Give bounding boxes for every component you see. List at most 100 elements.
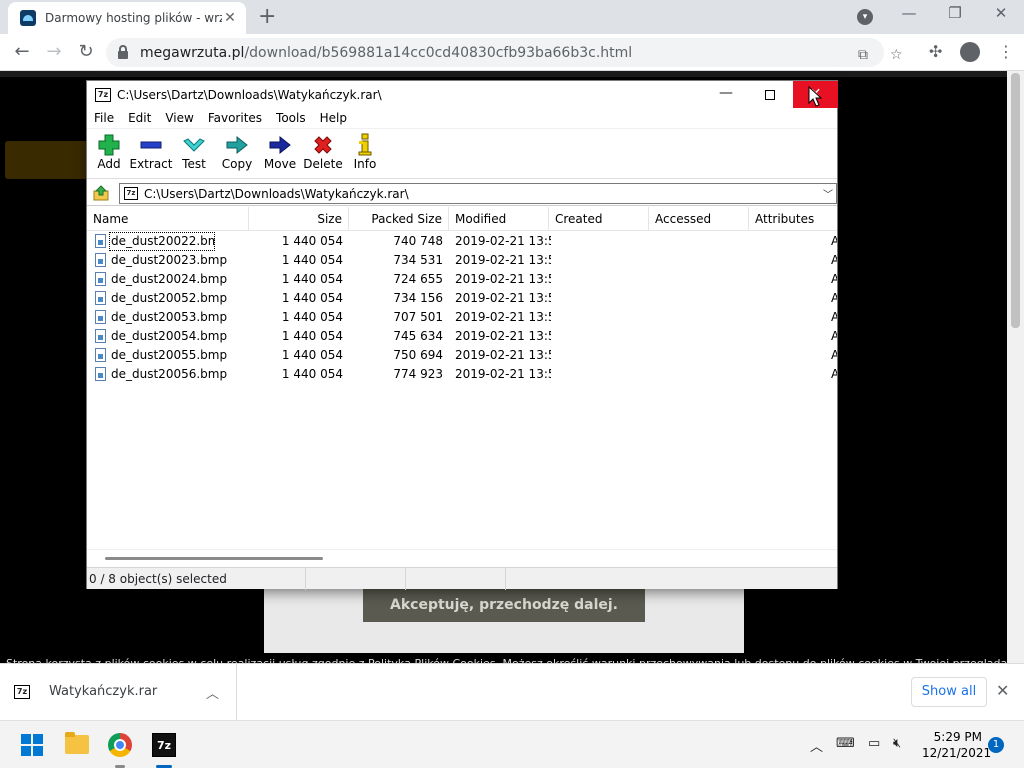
column-size[interactable]: Size (249, 207, 349, 231)
back-arrow-icon[interactable]: ← (10, 40, 34, 64)
chrome-icon[interactable] (108, 733, 132, 757)
info-button[interactable]: Info (343, 133, 387, 171)
bookmark-star-icon[interactable]: ☆ (890, 47, 903, 63)
file-row[interactable]: de_dust20022.bmp 1 440 054 740 748 2019-… (87, 232, 837, 251)
delete-button[interactable]: Delete (301, 133, 345, 171)
file-attributes: A (831, 234, 837, 248)
column-created[interactable]: Created (549, 207, 649, 231)
file-row[interactable]: de_dust20052.bmp 1 440 054 734 156 2019-… (87, 289, 837, 308)
volume-muted-icon[interactable]: 🔇︎ (893, 736, 901, 751)
file-list: Name Size Packed Size Modified Created A… (87, 207, 837, 549)
profile-avatar-icon[interactable] (960, 42, 980, 62)
status-section (406, 568, 506, 590)
menu-edit[interactable]: Edit (121, 111, 158, 125)
file-row[interactable]: de_dust20056.bmp 1 440 054 774 923 2019-… (87, 365, 837, 384)
test-button[interactable]: Test (172, 133, 216, 171)
column-accessed[interactable]: Accessed (649, 207, 749, 231)
extract-button[interactable]: Extract (129, 133, 173, 171)
tray-chevron-up-icon[interactable]: ︿ (810, 736, 823, 755)
7zip-minimize-button[interactable]: — (703, 81, 749, 108)
network-icon[interactable]: ▭ (868, 736, 880, 751)
extensions-puzzle-icon[interactable]: ✣ (929, 42, 942, 61)
tab-search-icon[interactable]: ▾ (857, 9, 873, 25)
bitmap-file-icon (95, 348, 106, 362)
column-modified[interactable]: Modified (449, 207, 549, 231)
bitmap-file-icon (95, 291, 106, 305)
bitmap-file-icon (95, 253, 106, 267)
scrollbar-thumb[interactable] (1011, 73, 1020, 328)
file-packed-size: 750 694 (393, 348, 443, 362)
folder-up-icon[interactable] (93, 185, 109, 201)
file-modified: 2019-02-21 13:50 (455, 272, 551, 286)
file-row[interactable]: de_dust20023.bmp 1 440 054 734 531 2019-… (87, 251, 837, 270)
file-attributes: A (831, 367, 837, 381)
file-modified: 2019-02-21 13:50 (455, 348, 551, 362)
file-size: 1 440 054 (281, 310, 343, 324)
download-item[interactable]: 7z Watykańczyk.rar ︿ (0, 664, 237, 721)
extract-minus-icon (129, 133, 173, 157)
file-size: 1 440 054 (281, 329, 343, 343)
file-packed-size: 734 156 (393, 291, 443, 305)
tab-close-icon[interactable]: ✕ (222, 10, 238, 26)
file-size: 1 440 054 (281, 234, 343, 248)
file-attributes: A (831, 291, 837, 305)
column-name[interactable]: Name (87, 207, 249, 231)
address-bar[interactable]: megawrzuta.pl/download/b569881a14cc0cd40… (106, 38, 903, 67)
bitmap-file-icon (95, 234, 106, 248)
file-packed-size: 745 634 (393, 329, 443, 343)
chevron-up-icon[interactable]: ︿ (206, 683, 219, 702)
file-row[interactable]: de_dust20055.bmp 1 440 054 750 694 2019-… (87, 346, 837, 365)
menu-view[interactable]: View (158, 111, 200, 125)
7zip-path-text: C:\Users\Dartz\Downloads\Watykańczyk.rar… (144, 186, 409, 201)
file-row[interactable]: de_dust20024.bmp 1 440 054 724 655 2019-… (87, 270, 837, 289)
column-attributes[interactable]: Attributes (749, 207, 837, 231)
copy-button[interactable]: Copy (215, 133, 259, 171)
system-clock[interactable]: 5:29 PM 12/21/2021 (922, 729, 991, 761)
reload-icon[interactable]: ↻ (74, 40, 98, 64)
keyboard-icon[interactable]: ⌨ (836, 736, 855, 751)
7zip-address-row: 7z C:\Users\Dartz\Downloads\Watykańczyk.… (87, 180, 837, 206)
7zip-taskbar-icon[interactable]: 7z (152, 733, 176, 757)
show-all-button[interactable]: Show all (911, 677, 987, 707)
test-check-icon (172, 133, 216, 157)
file-row[interactable]: de_dust20054.bmp 1 440 054 745 634 2019-… (87, 327, 837, 346)
add-button[interactable]: Add (87, 133, 131, 171)
menu-favorites[interactable]: Favorites (201, 111, 269, 125)
7zip-maximize-button[interactable] (747, 81, 793, 108)
hscroll-thumb[interactable] (105, 557, 323, 560)
path-dropdown-icon[interactable]: ﹀ (820, 186, 836, 201)
menu-help[interactable]: Help (313, 111, 354, 125)
browser-menu-icon[interactable]: ⋮ (998, 42, 1014, 61)
file-size: 1 440 054 (281, 291, 343, 305)
menu-tools[interactable]: Tools (269, 111, 313, 125)
file-modified: 2019-02-21 13:50 (455, 253, 551, 267)
column-packed-size[interactable]: Packed Size (349, 207, 449, 231)
page-vertical-scrollbar[interactable] (1007, 71, 1024, 663)
new-tab-button[interactable]: + (258, 4, 276, 29)
file-size: 1 440 054 (281, 367, 343, 381)
site-favicon-icon (20, 10, 36, 26)
cookie-accept-button[interactable]: Akceptuję, przechodzę dalej. (363, 588, 645, 622)
file-modified: 2019-02-21 13:50 (455, 291, 551, 305)
7zip-status-bar: 0 / 8 object(s) selected (87, 567, 837, 590)
menu-file[interactable]: File (87, 111, 121, 125)
status-selection: 0 / 8 object(s) selected (87, 568, 306, 590)
translate-icon[interactable]: ⧉ (858, 47, 868, 63)
url-path: /download/b569881a14cc0cd40830cfb93ba66b… (244, 44, 633, 61)
browser-minimize-button[interactable]: — (886, 4, 932, 22)
file-explorer-icon[interactable] (65, 732, 89, 754)
file-attributes: A (831, 272, 837, 286)
start-windows-icon[interactable] (21, 734, 43, 756)
7zip-logo-icon: 7z (95, 87, 111, 102)
browser-restore-button[interactable]: ❐ (932, 4, 978, 22)
7zip-path-input[interactable]: 7z C:\Users\Dartz\Downloads\Watykańczyk.… (119, 183, 837, 204)
move-button[interactable]: Move (258, 133, 302, 171)
notification-badge[interactable]: 1 (988, 737, 1004, 753)
file-list-horizontal-scrollbar[interactable] (87, 549, 837, 566)
forward-arrow-icon[interactable]: → (42, 40, 66, 64)
browser-tab[interactable]: Darmowy hosting plików - wrzuć ✕ (8, 2, 246, 34)
browser-toolbar: ← → ↻ megawrzuta.pl/download/b569881a14c… (0, 34, 1024, 71)
file-row[interactable]: de_dust20053.bmp 1 440 054 707 501 2019-… (87, 308, 837, 327)
browser-close-button[interactable]: ✕ (978, 4, 1024, 22)
downloads-close-icon[interactable]: ✕ (996, 681, 1009, 700)
